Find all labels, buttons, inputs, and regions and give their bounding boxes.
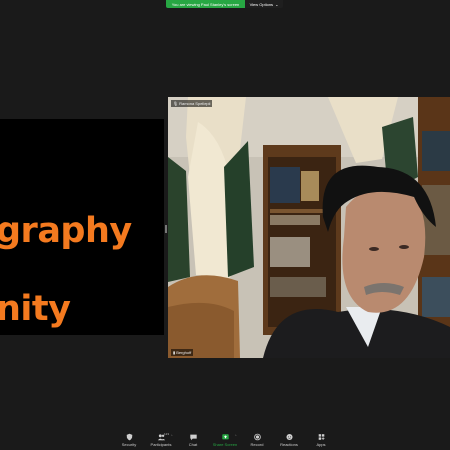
participant-video: 🎙 Ramona Spellepii ▮ Berghoff [168,97,450,358]
participants-button[interactable]: 123 ⌃ Participants [149,430,173,450]
participants-count: 123 [164,432,170,436]
apps-label: Apps [316,442,326,447]
muted-mic-icon: 🎙 [173,101,179,106]
meeting-toolbar: Security 123 ⌃ Participants Chat ⌃ Share… [0,430,450,450]
record-button[interactable]: Record [245,430,269,450]
reactions-button[interactable]: Reactions [277,430,301,450]
participants-label: Participants [150,442,172,447]
chat-button[interactable]: Chat [181,430,205,450]
participant-name-tag-top: 🎙 Ramona Spellepii [171,100,213,107]
shared-screen-view: graphy nity [0,119,164,335]
view-options-label: View Options [249,1,274,7]
record-icon [253,433,261,441]
apps-icon [318,434,324,440]
share-screen-button[interactable]: ⌃ Share Screen [213,430,237,450]
security-button[interactable]: Security [117,430,141,450]
chevron-up-icon[interactable]: ⌃ [170,434,173,438]
participant-name-tag-bottom: ▮ Berghoff [171,349,194,356]
share-banner-message: You are viewing Paul Stanley's screen [166,0,245,8]
security-label: Security [121,442,137,447]
shield-icon [126,433,132,441]
share-screen-icon [221,434,229,440]
reactions-label: Reactions [280,442,298,447]
chat-label: Chat [188,442,198,447]
chevron-up-icon[interactable]: ⌃ [234,434,237,438]
apps-button[interactable]: Apps [309,430,333,450]
reactions-icon [285,433,293,441]
share-screen-label: Share Screen [212,442,238,447]
resize-handle[interactable] [165,225,167,233]
participant-name-top: Ramona Spellepii [179,101,211,106]
chevron-down-icon: ⌄ [275,1,279,7]
shared-screen-text-line-2: nity [0,289,71,329]
record-label: Record [250,442,264,447]
participant-name-bottom: Berghoff [176,350,192,355]
screen-share-banner: You are viewing Paul Stanley's screen Vi… [166,0,283,8]
view-options-button[interactable]: View Options ⌄ [245,0,283,8]
shared-screen-text-line-1: graphy [0,211,132,251]
chat-icon [189,434,197,441]
video-frame-image [168,97,450,358]
signal-icon: ▮ [173,350,176,355]
